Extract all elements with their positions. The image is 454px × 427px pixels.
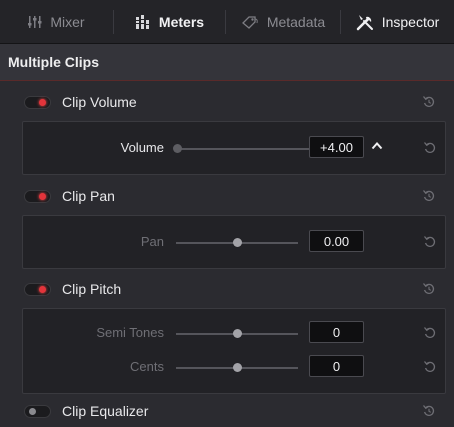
chevron-up-icon[interactable] — [370, 139, 384, 153]
clip-pan-toggle[interactable] — [24, 189, 51, 203]
tab-metadata-label: Metadata — [266, 14, 326, 30]
tab-metadata[interactable]: Metadata — [226, 0, 340, 44]
section-header-multiple-clips: Multiple Clips — [0, 44, 454, 81]
reset-icon[interactable] — [423, 360, 437, 374]
group-clip-pitch: Clip Pitch — [0, 270, 454, 308]
volume-slider-knob[interactable] — [173, 144, 182, 153]
tab-mixer-label: Mixer — [50, 14, 85, 30]
clip-volume-label: Clip Volume — [62, 94, 137, 110]
cents-label: Cents — [130, 359, 164, 374]
toggle-indicator — [29, 407, 36, 415]
volume-value-field[interactable]: +4.00 — [309, 136, 364, 158]
clip-pitch-panel: Semi Tones 0 Cents 0 — [22, 308, 446, 394]
toggle-indicator — [39, 285, 46, 293]
group-clip-volume: Clip Volume — [0, 83, 454, 121]
meters-icon — [135, 14, 151, 30]
toggle-indicator — [39, 98, 46, 106]
group-clip-equalizer: Clip Equalizer — [0, 395, 454, 427]
pan-value-field[interactable]: 0.00 — [309, 230, 364, 252]
reset-icon[interactable] — [422, 95, 436, 109]
volume-label: Volume — [120, 140, 164, 155]
reset-icon[interactable] — [422, 404, 436, 418]
section-title: Multiple Clips — [8, 54, 99, 70]
clip-pan-label: Clip Pan — [62, 188, 115, 204]
clip-equalizer-toggle[interactable] — [24, 404, 51, 418]
inspector-tools-icon — [356, 13, 374, 31]
reset-icon[interactable] — [422, 282, 436, 296]
metadata-tag-icon — [241, 15, 259, 29]
clip-pan-panel: Pan 0.00 — [22, 215, 446, 269]
pan-slider-knob[interactable] — [233, 238, 242, 247]
semitones-slider-knob[interactable] — [233, 329, 242, 338]
clip-equalizer-label: Clip Equalizer — [62, 403, 149, 419]
clip-pitch-toggle[interactable] — [24, 282, 51, 296]
reset-icon[interactable] — [423, 141, 437, 155]
reset-icon[interactable] — [423, 235, 437, 249]
volume-slider-track[interactable] — [176, 148, 325, 150]
tab-meters[interactable]: Meters — [114, 0, 225, 44]
mixer-icon — [28, 15, 42, 29]
clip-volume-toggle[interactable] — [24, 95, 51, 109]
cents-slider-knob[interactable] — [233, 363, 242, 372]
pan-label: Pan — [140, 234, 164, 249]
tab-mixer[interactable]: Mixer — [0, 0, 113, 44]
cents-value-field[interactable]: 0 — [309, 355, 364, 377]
reset-icon[interactable] — [422, 189, 436, 203]
semitones-value-field[interactable]: 0 — [309, 321, 364, 343]
group-clip-pan: Clip Pan — [0, 177, 454, 215]
reset-icon[interactable] — [423, 326, 437, 340]
tab-inspector-label: Inspector — [381, 14, 440, 30]
tab-inspector[interactable]: Inspector — [341, 0, 454, 44]
toggle-indicator — [39, 192, 46, 200]
semitones-label: Semi Tones — [96, 325, 164, 340]
inspector-tab-bar: Mixer Meters Metadata Inspector — [0, 0, 454, 44]
clip-volume-panel: Volume +4.00 — [22, 121, 446, 175]
tab-meters-label: Meters — [158, 14, 205, 30]
clip-pitch-label: Clip Pitch — [62, 281, 122, 297]
